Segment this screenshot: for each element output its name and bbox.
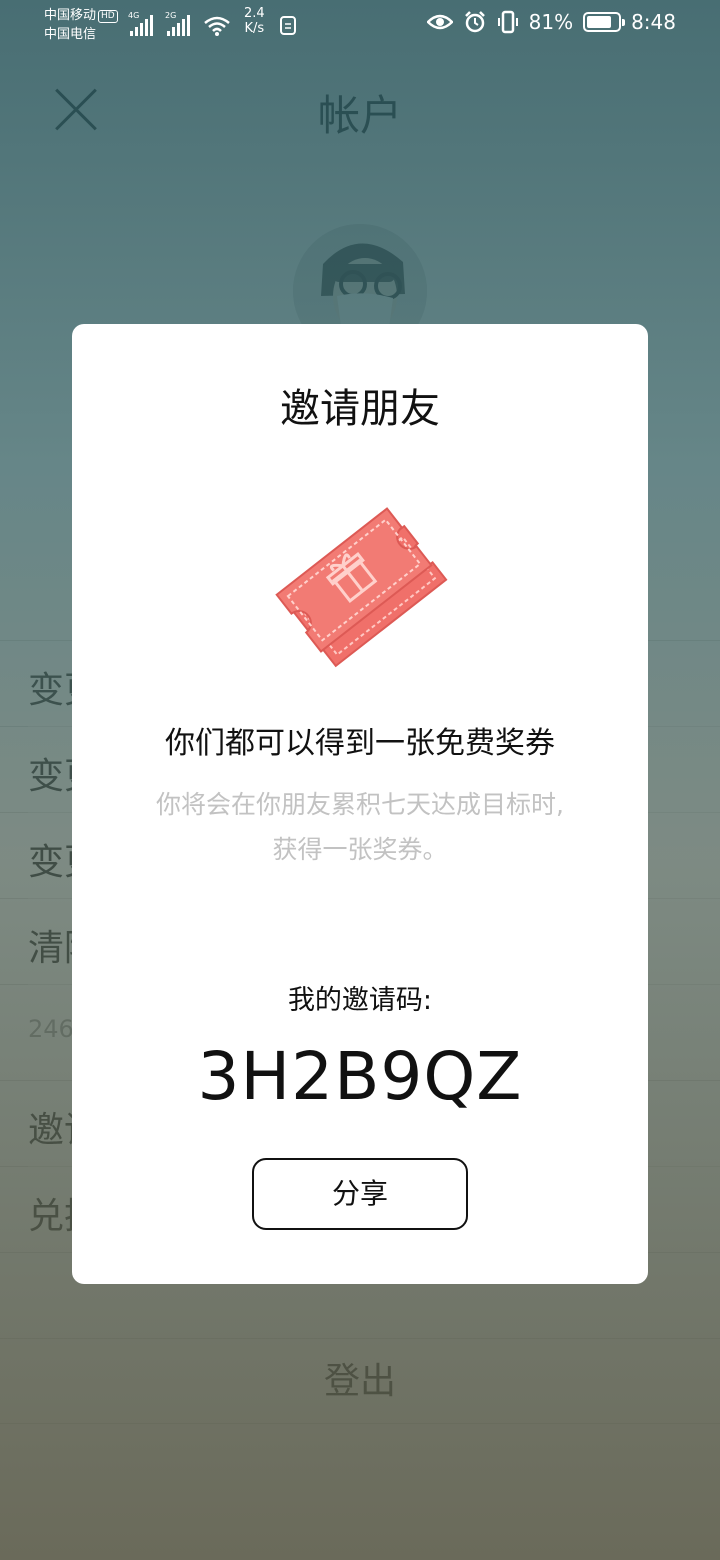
wifi-icon [204, 16, 230, 36]
invite-code-label: 我的邀请码: [287, 985, 433, 1016]
speed-unit: K/s [244, 21, 265, 36]
system-status: 81% 8:48 [426, 10, 676, 34]
invite-code: 3H2B9QZ [197, 1038, 523, 1115]
hd-badge: HD [98, 10, 118, 23]
carrier-info: 中国移动 HD 中国电信 [44, 6, 118, 44]
network-type-2: 2G [165, 11, 177, 20]
battery-level [587, 16, 612, 28]
vibrate-icon [497, 10, 518, 34]
alarm-icon [464, 11, 485, 33]
share-button[interactable]: 分享 [252, 1158, 468, 1230]
signal-icon: 2G [165, 11, 190, 36]
description-line-1: 你将会在你朋友累积七天达成目标时, [156, 790, 564, 819]
description-line-2: 获得一张奖券。 [272, 835, 448, 864]
invite-description: 你将会在你朋友累积七天达成目标时, 获得一张奖券。 [112, 782, 608, 872]
carrier-1: 中国移动 [44, 8, 97, 23]
network-type-1: 4G [128, 11, 140, 20]
speed-value: 2.4 [244, 6, 265, 21]
carrier-2: 中国电信 [44, 27, 97, 42]
clipboard-icon [279, 16, 296, 35]
invite-headline: 你们都可以得到一张免费奖券 [165, 726, 555, 761]
battery-icon [583, 12, 626, 32]
battery-percent: 81% [528, 10, 574, 34]
network-speed: 2.4 K/s [244, 6, 265, 36]
gift-ticket-icon [275, 507, 448, 668]
dialog-title: 邀请朋友 [280, 386, 440, 432]
status-bar: 中国移动 HD 中国电信 4G 2G 2.4 K/s 81% 8:48 [0, 0, 720, 50]
eye-icon [426, 14, 453, 30]
signal-icon: 4G [128, 11, 153, 36]
invite-dialog: 邀请朋友 你们都可以得到一张免费奖券 你将会在你朋友累积七天达成目标时, 获得一… [72, 324, 648, 1284]
clock: 8:48 [631, 10, 676, 34]
signal-indicators: 4G 2G 2.4 K/s [128, 6, 297, 36]
